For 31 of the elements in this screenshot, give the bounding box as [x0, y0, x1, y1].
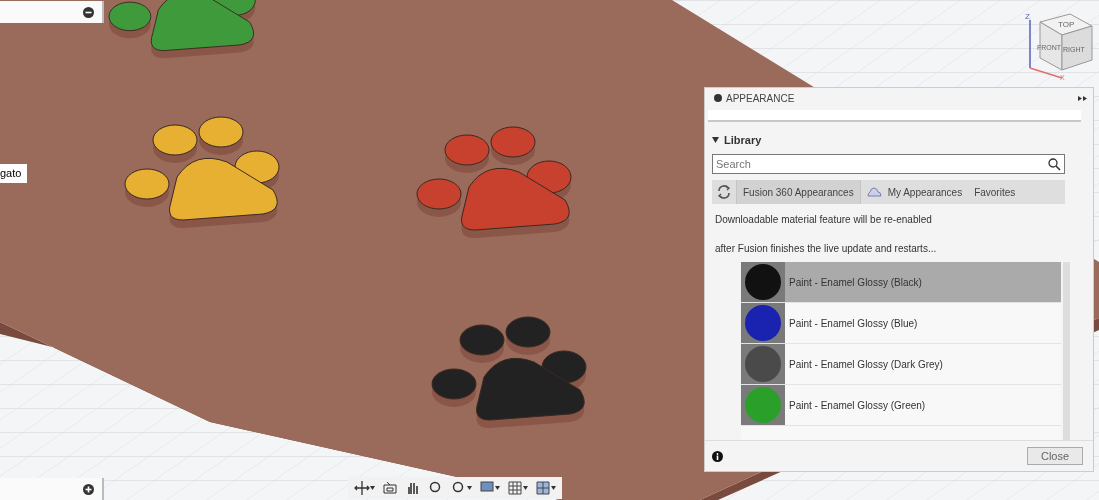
viewports-tool-button[interactable] — [533, 478, 558, 498]
material-item[interactable]: Paint - Enamel Glossy (Black) — [741, 262, 1061, 303]
orbit-tool-button[interactable] — [352, 478, 377, 498]
cloud-icon — [866, 187, 882, 197]
label-tag: gato — [0, 164, 28, 183]
double-arrow-icon[interactable] — [1078, 95, 1087, 101]
library-tab[interactable]: Fusion 360 Appearances — [736, 180, 861, 204]
panel-title: APPEARANCE — [726, 92, 796, 104]
close-button[interactable]: Close — [1027, 447, 1083, 465]
library-tab[interactable]: Favorites — [968, 180, 1022, 204]
search-icon[interactable] — [1048, 158, 1061, 171]
material-item[interactable]: Paint - Enamel Glossy (Dark Grey) — [741, 344, 1061, 385]
caret-icon — [370, 486, 375, 490]
info-icon[interactable] — [712, 450, 723, 462]
notice-text: after Fusion finishes the live update and restarts... — [715, 243, 938, 254]
caret-icon — [523, 486, 528, 490]
viewports-icon — [535, 480, 551, 496]
notice-text: Downloadable material feature will be re-enabled — [715, 214, 933, 225]
material-item[interactable]: Paint - Enamel Glossy (Green) — [741, 385, 1061, 426]
expand-icon[interactable] — [83, 483, 94, 495]
grid-icon — [507, 480, 523, 496]
search-field[interactable]: Search — [712, 154, 1065, 174]
caret-icon — [495, 486, 500, 490]
caret-icon — [551, 486, 556, 490]
library-tab[interactable]: My Appearances — [881, 180, 969, 204]
material-item[interactable]: Paint - Enamel Glossy (Blue) — [741, 303, 1061, 344]
grid-tool-button[interactable] — [505, 478, 530, 498]
expanded-triangle-icon[interactable] — [712, 137, 719, 143]
caret-icon — [467, 486, 472, 490]
section-title: Library — [724, 134, 762, 146]
refresh-icon[interactable] — [716, 184, 732, 200]
